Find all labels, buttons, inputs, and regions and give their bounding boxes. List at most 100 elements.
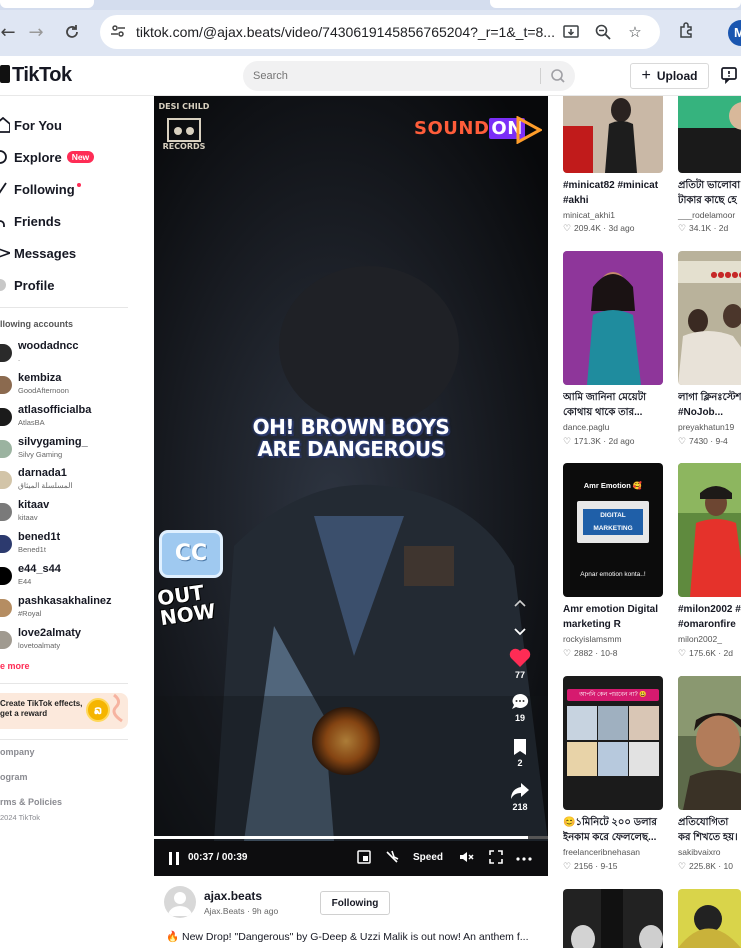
- tab-previous[interactable]: [0, 0, 94, 8]
- site-info-icon[interactable]: [110, 23, 128, 41]
- save-count: 2: [517, 758, 523, 768]
- card-username[interactable]: freelanceribnehasan: [563, 847, 640, 857]
- card-username[interactable]: dance.paglu: [563, 422, 609, 432]
- nav-explore[interactable]: Explore New: [0, 145, 95, 169]
- card-username[interactable]: sakibvaixro: [678, 847, 721, 857]
- account-item[interactable]: bened1t Bened1t: [0, 531, 130, 559]
- reward-coin-icon: ລ: [86, 698, 110, 722]
- account-item[interactable]: e44_s44 E44: [0, 563, 130, 591]
- card-title[interactable]: #minicat82 #minicat #akhi: [563, 178, 665, 208]
- account-item[interactable]: kitaav kitaav: [0, 499, 130, 527]
- account-name: silvygaming_: [18, 436, 88, 448]
- new-badge: New: [66, 151, 95, 163]
- nav-friends[interactable]: Friends: [0, 209, 61, 233]
- save-button[interactable]: 2: [500, 738, 540, 768]
- card-username[interactable]: milon2002_: [678, 634, 722, 644]
- card-stats-text: 209.4K · 3d ago: [574, 223, 635, 233]
- nav-following[interactable]: Following: [0, 177, 81, 201]
- floating-player-icon[interactable]: [384, 850, 400, 866]
- back-icon[interactable]: ←: [0, 20, 20, 44]
- install-app-icon[interactable]: [562, 23, 580, 41]
- bookmark-star-icon[interactable]: ☆: [626, 23, 644, 41]
- video-thumbnail: আপনি কেন পারবেন না? 😃: [563, 676, 663, 810]
- forward-icon[interactable]: →: [24, 20, 48, 44]
- account-name: woodadncc: [18, 340, 79, 352]
- video-thumbnail-partial[interactable]: [563, 889, 663, 948]
- avatar: [0, 631, 12, 649]
- messages-icon[interactable]: [720, 66, 738, 85]
- tab-next[interactable]: [490, 0, 741, 8]
- pause-icon[interactable]: [168, 852, 180, 865]
- card-title[interactable]: Amr emotion Digital marketing R Apnr...!…: [563, 602, 665, 632]
- zoom-icon[interactable]: [594, 23, 612, 41]
- soundon-logo: SOUND ON: [414, 108, 544, 148]
- account-item[interactable]: darnada1 المسلسلة الميثاق: [0, 467, 130, 495]
- account-subtitle: E44: [18, 577, 32, 586]
- footer-company-link[interactable]: ompany: [0, 747, 35, 757]
- upload-button[interactable]: + Upload: [630, 63, 709, 89]
- account-subtitle: Bened1t: [18, 545, 46, 554]
- nav-label: Profile: [14, 277, 55, 293]
- nav-profile[interactable]: Profile: [0, 273, 54, 297]
- extensions-icon[interactable]: [676, 21, 698, 43]
- speed-button[interactable]: Speed: [413, 852, 443, 863]
- tiktok-logo[interactable]: TikTok: [0, 64, 72, 87]
- share-button[interactable]: 218: [500, 782, 540, 812]
- account-item[interactable]: kembiza GoodAfternoon: [0, 372, 130, 400]
- video-player[interactable]: DESI CHILD RECORDS SOUND ON OH! BROWN BOYS…: [154, 96, 548, 876]
- card-username[interactable]: ___rodelamoor: [678, 210, 735, 220]
- account-item[interactable]: woodadncc .: [0, 340, 130, 368]
- card-stats-text: 2882 · 10-8: [574, 648, 618, 658]
- chevron-down-icon[interactable]: [510, 626, 530, 638]
- address-bar[interactable]: tiktok.com/@ajax.beats/video/74306191458…: [100, 15, 660, 49]
- copyright: 2024 TikTok: [0, 813, 41, 822]
- card-title[interactable]: 😊১মিনিটে ২০০ ডলার ইনকাম করে ফেললেছ...: [563, 815, 665, 845]
- like-button[interactable]: 77: [500, 648, 540, 680]
- following-button[interactable]: Following: [320, 891, 390, 915]
- more-options-icon[interactable]: [516, 850, 532, 866]
- card-username[interactable]: rockyislamsmm: [563, 634, 622, 644]
- account-item[interactable]: silvygaming_ Silvy Gaming: [0, 436, 130, 464]
- bookmark-icon: [514, 739, 526, 755]
- footer-terms-link[interactable]: rms & Policies: [0, 797, 62, 807]
- picture-in-picture-icon[interactable]: [356, 850, 372, 866]
- card-title[interactable]: লাগা ক্লিনঃস্টেশ #NoJob...: [678, 390, 741, 420]
- card-title[interactable]: প্রতিযোগিতা কর শিখতে হয়। শে: [678, 815, 741, 845]
- fullscreen-icon[interactable]: [488, 850, 504, 866]
- mute-icon[interactable]: [458, 850, 474, 866]
- card-title[interactable]: আমি জানিনা মেয়েটা কোথায় থাকে তার...: [563, 390, 665, 420]
- nav-messages[interactable]: Messages: [0, 241, 76, 265]
- video-thumbnail-partial[interactable]: [678, 889, 741, 948]
- card-title[interactable]: #milon2002 # #omaronfire: [678, 602, 741, 632]
- progress-bar[interactable]: [154, 836, 548, 839]
- effects-banner[interactable]: Create TikTok effects, get a reward ລ: [0, 693, 128, 729]
- card-username[interactable]: minicat_akhi1: [563, 210, 615, 220]
- fire-icon: 🔥: [166, 931, 180, 943]
- account-item[interactable]: love2almaty lovetoalmaty: [0, 627, 130, 655]
- video-thumbnail: [678, 463, 741, 597]
- avatar: [0, 599, 12, 617]
- following-icon: [0, 181, 10, 197]
- account-item[interactable]: atlasofficialba AtlasBA: [0, 404, 130, 432]
- browser-profile-avatar[interactable]: M: [728, 20, 741, 46]
- chevron-up-icon[interactable]: [510, 597, 530, 609]
- see-more-link[interactable]: e more: [0, 661, 30, 671]
- playback-time: 00:37 / 00:39: [188, 852, 248, 863]
- search-bar[interactable]: [243, 61, 575, 91]
- search-input[interactable]: [253, 61, 533, 91]
- logo-word: SOUND: [414, 118, 490, 139]
- comment-button[interactable]: 19: [500, 693, 540, 723]
- footer-program-link[interactable]: ogram: [0, 772, 28, 782]
- account-name: bened1t: [18, 531, 61, 543]
- video-thumbnail: [678, 96, 741, 173]
- author-name[interactable]: ajax.beats: [204, 889, 262, 903]
- search-icon[interactable]: [549, 67, 567, 85]
- author-avatar[interactable]: [164, 886, 196, 918]
- card-username[interactable]: preyakhatun19: [678, 422, 734, 432]
- heart-outline-icon: ♡: [678, 862, 687, 872]
- account-item[interactable]: pashkasakhalinez #Royal: [0, 595, 130, 623]
- nav-for-you[interactable]: For You: [0, 113, 62, 137]
- reload-icon[interactable]: [60, 20, 84, 44]
- url-text[interactable]: tiktok.com/@ajax.beats/video/74306191458…: [136, 24, 555, 40]
- card-title[interactable]: প্রতিটা ভালোবা টাকার কাছে হে: [678, 178, 741, 208]
